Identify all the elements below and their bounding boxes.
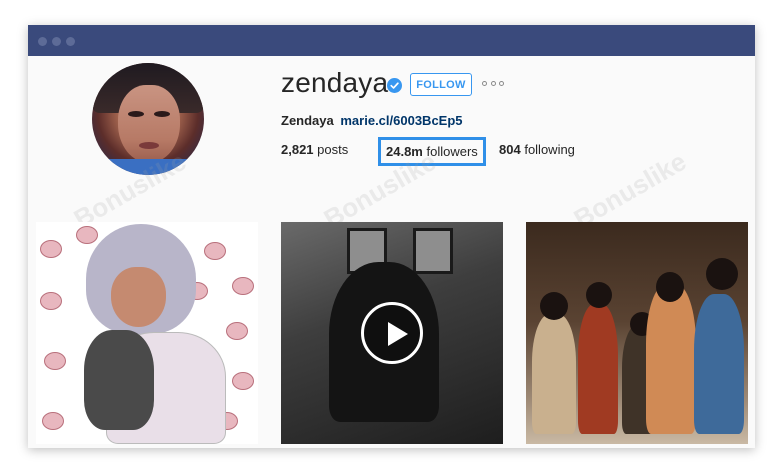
post-thumbnail[interactable] [36, 222, 258, 444]
profile-bio: Zendaya marie.cl/6003BcEp5 [281, 113, 463, 128]
window-control-dot[interactable] [66, 37, 75, 46]
following-stat[interactable]: 804 following [499, 142, 575, 157]
bio-name: Zendaya [281, 113, 334, 128]
follow-button[interactable]: FOLLOW [410, 73, 472, 96]
post-thumbnail[interactable] [526, 222, 748, 444]
followers-count: 24.8m [386, 144, 423, 159]
window-titlebar [28, 25, 755, 56]
window-control-dot[interactable] [38, 37, 47, 46]
post-thumbnail-video[interactable] [281, 222, 503, 444]
following-label: following [524, 142, 575, 157]
posts-label: posts [317, 142, 349, 157]
posts-stat: 2,821 posts [281, 142, 348, 157]
profile-avatar[interactable] [92, 63, 204, 175]
more-options-icon[interactable] [482, 79, 504, 87]
play-icon[interactable] [361, 302, 423, 364]
followers-stat[interactable]: 24.8m followers [378, 137, 486, 166]
verified-badge-icon [387, 78, 402, 93]
browser-window: zendaya FOLLOW Zendaya marie.cl/6003BcEp… [28, 25, 755, 448]
dog-illustration [84, 330, 154, 430]
following-count: 804 [499, 142, 521, 157]
profile-username: zendaya [281, 67, 389, 98]
bio-link[interactable]: marie.cl/6003BcEp5 [340, 113, 462, 128]
followers-label: followers [426, 144, 478, 159]
posts-count: 2,821 [281, 142, 314, 157]
window-control-dot[interactable] [52, 37, 61, 46]
